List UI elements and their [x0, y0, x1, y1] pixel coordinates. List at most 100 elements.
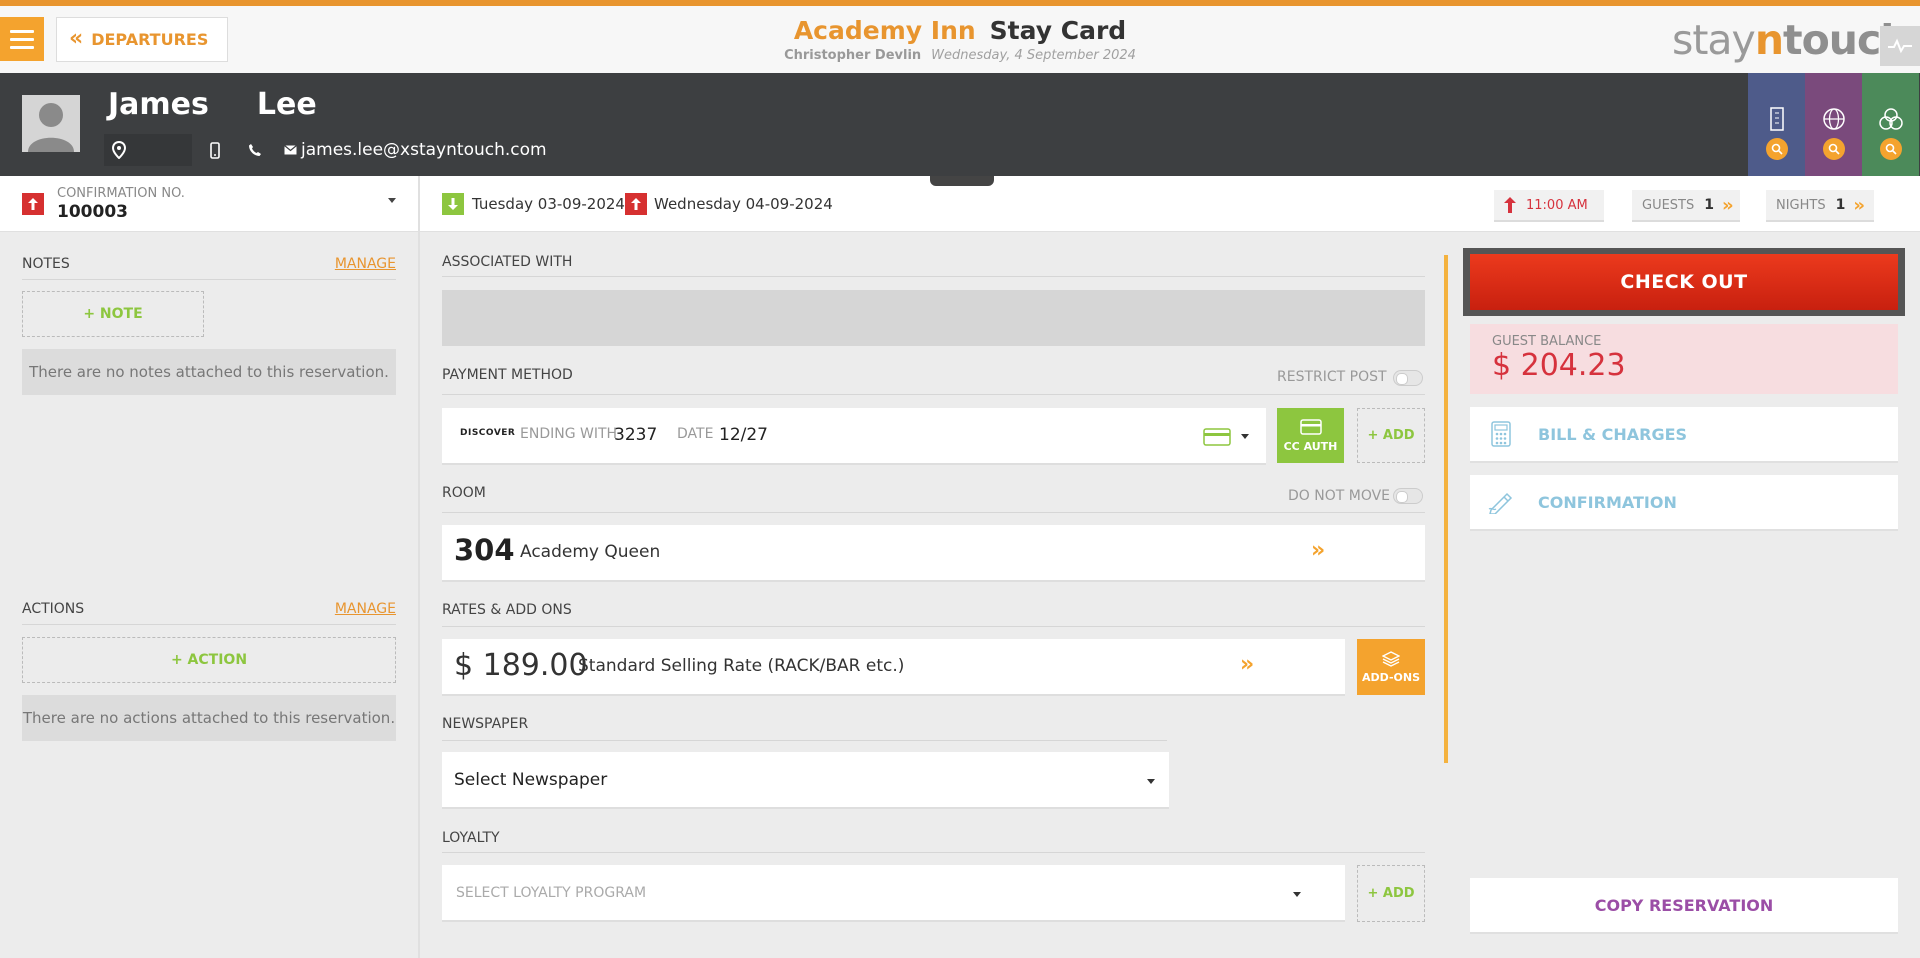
- envelope-icon: [284, 145, 297, 155]
- date-label: DATE: [677, 426, 714, 442]
- globe-icon: [1822, 107, 1845, 130]
- card-expiry: 12/27: [719, 425, 768, 445]
- side-tab-group[interactable]: [1862, 73, 1919, 176]
- guests-pill[interactable]: GUESTS 1 »: [1632, 190, 1740, 222]
- page-title: Academy Inn Stay Card: [700, 16, 1220, 45]
- room-title: ROOM: [442, 485, 486, 501]
- hotel-name: Academy Inn: [793, 16, 976, 45]
- side-tabs: [1748, 73, 1919, 176]
- departure-time-pill[interactable]: 11:00 AM: [1494, 190, 1604, 222]
- actions-manage-link[interactable]: MANAGE: [335, 601, 396, 617]
- rate-name: Standard Selling Rate (RACK/BAR etc.): [578, 656, 905, 676]
- credit-card-icon: [1203, 428, 1231, 446]
- loyalty-title: LOYALTY: [442, 830, 500, 846]
- add-ons-button[interactable]: ADD-ONS: [1357, 639, 1425, 695]
- departure-date[interactable]: Wednesday 04-09-2024: [654, 195, 833, 213]
- top-bar: « DEPARTURES Academy Inn Stay Card Christ…: [0, 0, 1920, 73]
- page-title-block: Academy Inn Stay Card Christopher Devlin W…: [700, 16, 1220, 63]
- ending-label: ENDING WITH: [520, 426, 618, 442]
- side-tab-company[interactable]: [1748, 73, 1805, 176]
- add-loyalty-button[interactable]: + ADD: [1357, 865, 1425, 922]
- current-date: Wednesday, 4 September 2024: [931, 48, 1136, 63]
- guest-first-name: James: [108, 87, 209, 122]
- confirmation-number: 100003: [57, 202, 128, 222]
- guest-balance-label: GUEST BALANCE: [1492, 334, 1602, 349]
- actions-header: ACTIONS MANAGE: [22, 601, 396, 625]
- room-number: 304: [454, 533, 515, 567]
- pulse-icon: [1888, 38, 1912, 54]
- payment-dropdown-caret[interactable]: [1241, 434, 1249, 439]
- bill-charges-link[interactable]: BILL & CHARGES: [1470, 407, 1898, 463]
- address-field[interactable]: [104, 134, 192, 166]
- phone-field[interactable]: [242, 134, 268, 166]
- confirmation-link[interactable]: CONFIRMATION: [1470, 475, 1898, 531]
- confirmation-box[interactable]: CONFIRMATION NO. 100003: [0, 176, 418, 232]
- arrival-date[interactable]: Tuesday 03-09-2024: [472, 195, 625, 213]
- location-pin-icon: [112, 141, 126, 159]
- add-payment-button[interactable]: + ADD: [1357, 408, 1425, 463]
- guest-last-name: Lee: [256, 87, 317, 122]
- associated-with-box: [442, 290, 1425, 346]
- credit-card-icon: [1299, 418, 1322, 435]
- notes-manage-link[interactable]: MANAGE: [335, 256, 396, 272]
- double-chevron-left-icon: «: [69, 25, 83, 51]
- hamburger-icon: [10, 29, 34, 33]
- notes-title: NOTES: [22, 256, 70, 272]
- bill-charges-label: BILL & CHARGES: [1538, 424, 1688, 444]
- travel-agent-search-icon[interactable]: [1822, 138, 1845, 160]
- departure-time: 11:00 AM: [1526, 197, 1588, 213]
- building-icon: [1769, 106, 1784, 131]
- side-tab-travel-agent[interactable]: [1805, 73, 1862, 176]
- check-out-button[interactable]: CHECK OUT: [1470, 254, 1898, 310]
- avatar[interactable]: [22, 95, 80, 152]
- do-not-move-toggle[interactable]: [1393, 488, 1423, 504]
- activity-pulse-button[interactable]: [1880, 26, 1920, 66]
- loyalty-placeholder: SELECT LOYALTY PROGRAM: [456, 885, 647, 901]
- header-drag-handle[interactable]: [930, 176, 994, 186]
- mobile-field[interactable]: [202, 134, 228, 166]
- nights-pill[interactable]: NIGHTS 1 »: [1766, 190, 1874, 222]
- menu-button[interactable]: [0, 17, 44, 61]
- arrival-arrow-icon: [442, 193, 464, 215]
- scrollbar[interactable]: [1444, 255, 1448, 763]
- guests-value: 1: [1704, 197, 1714, 213]
- guest-balance-value: $ 204.23: [1492, 348, 1626, 383]
- chevron-down-icon[interactable]: [388, 198, 396, 203]
- guests-label: GUESTS: [1642, 197, 1695, 213]
- contact-row: james.lee@xstayntouch.com: [104, 133, 547, 167]
- copy-reservation-button[interactable]: COPY RESERVATION: [1470, 878, 1898, 934]
- restrict-post-toggle[interactable]: [1393, 370, 1423, 386]
- discover-logo: DISCOVER: [460, 428, 516, 438]
- arrow-up-icon: [22, 193, 44, 215]
- nights-value: 1: [1835, 197, 1846, 213]
- left-divider: [418, 176, 420, 958]
- page-name: Stay Card: [989, 16, 1127, 45]
- confirmation-label: CONFIRMATION NO.: [57, 186, 185, 201]
- layers-icon: [1382, 650, 1400, 667]
- cc-auth-button[interactable]: CC AUTH: [1277, 408, 1344, 463]
- company-search-icon[interactable]: [1765, 138, 1788, 160]
- card-ending-number: 3237: [614, 425, 658, 445]
- group-search-icon[interactable]: [1879, 138, 1902, 160]
- departure-arrow-icon: [625, 193, 647, 215]
- actions-title: ACTIONS: [22, 601, 85, 617]
- newspaper-caret: [1147, 779, 1155, 784]
- guest-email[interactable]: james.lee@xstayntouch.com: [301, 140, 547, 160]
- room-double-chevron-right-icon[interactable]: »: [1311, 538, 1325, 563]
- guest-name[interactable]: James Lee: [108, 87, 317, 122]
- confirmation-link-label: CONFIRMATION: [1538, 492, 1677, 512]
- stay-dates-bar: Tuesday 03-09-2024 Wednesday 04-09-2024 …: [420, 176, 1920, 232]
- rate-amount: $ 189.00: [454, 648, 588, 683]
- newspaper-title: NEWSPAPER: [442, 716, 529, 732]
- newspaper-selected: Select Newspaper: [454, 770, 608, 790]
- room-type: Academy Queen: [520, 542, 661, 562]
- departures-back-button[interactable]: « DEPARTURES: [56, 17, 228, 62]
- back-button-label: DEPARTURES: [91, 30, 209, 49]
- group-icon: [1878, 107, 1903, 130]
- rate-double-chevron-right-icon[interactable]: »: [1240, 652, 1254, 677]
- add-note-button[interactable]: + NOTE: [22, 291, 204, 337]
- add-action-button[interactable]: + ACTION: [22, 637, 396, 683]
- payment-title: PAYMENT METHOD: [442, 367, 573, 383]
- associated-title: ASSOCIATED WITH: [442, 254, 573, 270]
- payment-method-card[interactable]: ENDING WITH 3237 DATE 12/27: [442, 408, 1266, 465]
